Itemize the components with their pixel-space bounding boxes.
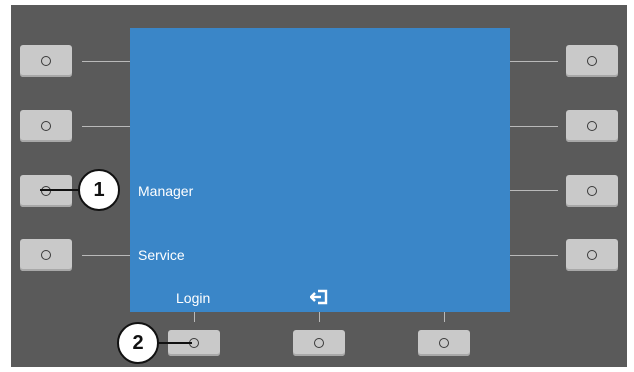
- key-circle-icon: [41, 186, 51, 196]
- connector-line: [319, 312, 320, 322]
- screen-label-login: Login: [176, 290, 211, 306]
- left-softkey-1[interactable]: [20, 45, 72, 77]
- connector-line: [510, 126, 558, 127]
- right-softkey-3[interactable]: [566, 175, 618, 207]
- connector-line: [510, 255, 558, 256]
- key-circle-icon: [41, 56, 51, 66]
- key-circle-icon: [314, 338, 324, 348]
- callout-leader-2: [158, 342, 192, 344]
- right-softkey-2[interactable]: [566, 110, 618, 142]
- key-circle-icon: [587, 186, 597, 196]
- callout-2: 2: [117, 322, 159, 364]
- bottom-softkey-3[interactable]: [418, 330, 470, 356]
- screen-label-manager: Manager: [138, 183, 194, 199]
- left-softkey-3-manager[interactable]: [20, 175, 72, 207]
- connector-line: [82, 255, 130, 256]
- key-circle-icon: [41, 121, 51, 131]
- connector-line: [82, 126, 130, 127]
- connector-line: [82, 61, 130, 62]
- exit-arrow-icon: [310, 289, 328, 305]
- right-softkey-1[interactable]: [566, 45, 618, 77]
- right-softkey-4[interactable]: [566, 239, 618, 271]
- connector-line: [510, 190, 558, 191]
- key-circle-icon: [587, 250, 597, 260]
- display-screen: [130, 28, 510, 312]
- key-circle-icon: [41, 250, 51, 260]
- key-circle-icon: [439, 338, 449, 348]
- left-softkey-2[interactable]: [20, 110, 72, 142]
- key-circle-icon: [587, 121, 597, 131]
- connector-line: [194, 312, 195, 322]
- connector-line: [510, 61, 558, 62]
- key-circle-icon: [587, 56, 597, 66]
- left-softkey-4-service[interactable]: [20, 239, 72, 271]
- callout-1: 1: [78, 169, 120, 211]
- callout-leader-1: [40, 189, 80, 191]
- bottom-softkey-2-exit[interactable]: [293, 330, 345, 356]
- connector-line: [444, 312, 445, 322]
- screen-label-service: Service: [138, 247, 185, 263]
